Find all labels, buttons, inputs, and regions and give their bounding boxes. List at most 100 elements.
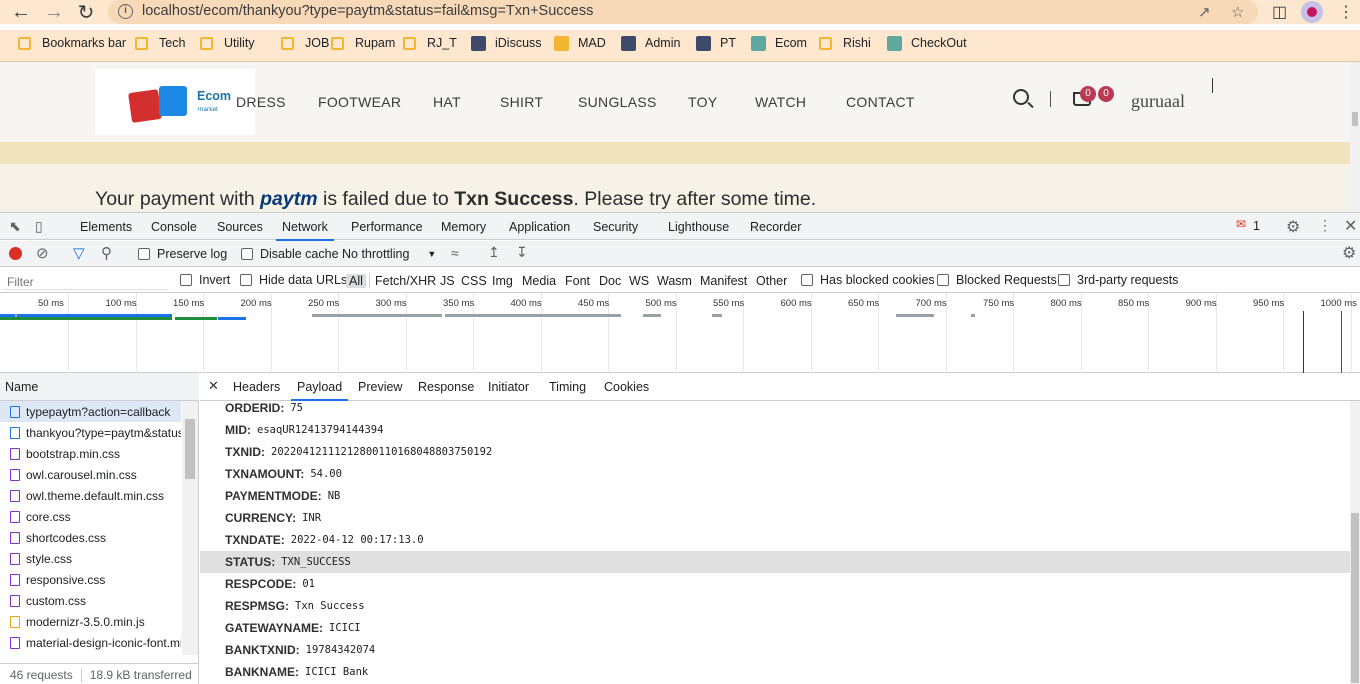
- menu-shirt[interactable]: SHIRT: [500, 94, 543, 110]
- throttling-select[interactable]: No throttling ▼: [342, 241, 436, 266]
- payload-row[interactable]: BANKTXNID: 19784342074: [200, 639, 1350, 661]
- menu-kebab-icon[interactable]: ⋮: [1338, 2, 1354, 22]
- tab-memory[interactable]: Memory: [441, 220, 486, 234]
- menu-sunglass[interactable]: SUNGLASS: [578, 94, 657, 110]
- more-options-icon[interactable]: ⋮: [1318, 217, 1332, 234]
- bookmark-idiscuss[interactable]: iDiscuss: [471, 30, 542, 56]
- url-text[interactable]: localhost/ecom/thankyou?type=paytm&statu…: [142, 3, 593, 19]
- detail-tab-cookies[interactable]: Cookies: [604, 380, 649, 394]
- payload-row[interactable]: BANKNAME: ICICI Bank: [200, 661, 1350, 683]
- request-row[interactable]: style.css: [0, 548, 181, 569]
- network-settings-icon[interactable]: ⚙: [1342, 243, 1356, 263]
- menu-toy[interactable]: TOY: [688, 94, 717, 110]
- type-filter-css[interactable]: CSS: [461, 274, 487, 288]
- network-conditions-icon[interactable]: ≈: [451, 245, 459, 261]
- search-icon[interactable]: ⚲: [101, 244, 112, 262]
- tab-elements[interactable]: Elements: [80, 220, 132, 234]
- export-har-icon[interactable]: ↧: [516, 244, 528, 261]
- tab-console[interactable]: Console: [151, 220, 197, 234]
- close-devtools-icon[interactable]: ✕: [1344, 216, 1357, 236]
- side-panel-icon[interactable]: ◫: [1272, 2, 1287, 22]
- forward-arrow-icon[interactable]: →: [43, 1, 65, 23]
- menu-watch[interactable]: WATCH: [755, 94, 806, 110]
- disable-cache-checkbox[interactable]: Disable cache: [241, 241, 339, 266]
- profile-avatar[interactable]: [1301, 1, 1323, 23]
- timeline-overview[interactable]: 50 ms 100 ms 150 ms 200 ms 250 ms 300 ms 350 m…: [0, 293, 1360, 373]
- payload-row[interactable]: ORDERID: 75: [200, 397, 1350, 419]
- menu-dress[interactable]: DRESS: [236, 94, 286, 110]
- bookmark-checkout[interactable]: CheckOut: [887, 30, 967, 56]
- omnibox[interactable]: i localhost/ecom/thankyou?type=paytm&sta…: [108, 0, 1258, 24]
- bookmark-rupam[interactable]: Rupam: [331, 30, 395, 56]
- type-filter-fetch-xhr[interactable]: Fetch/XHR: [375, 274, 436, 288]
- import-har-icon[interactable]: ↥: [488, 244, 500, 261]
- settings-gear-icon[interactable]: ⚙: [1286, 217, 1300, 237]
- clear-icon[interactable]: ⊘: [36, 244, 49, 262]
- payload-row[interactable]: RESPMSG: Txn Success: [200, 595, 1350, 617]
- request-row[interactable]: custom.css: [0, 590, 181, 611]
- bookmark-pt[interactable]: PT: [696, 30, 736, 56]
- bookmark-bookmarks-bar[interactable]: Bookmarks bar: [18, 30, 126, 56]
- record-icon[interactable]: [9, 247, 22, 260]
- menu-footwear[interactable]: FOOTWEAR: [318, 94, 401, 110]
- type-filter-img[interactable]: Img: [492, 274, 513, 288]
- share-icon[interactable]: ↗: [1198, 3, 1211, 21]
- tab-performance[interactable]: Performance: [351, 220, 423, 234]
- tab-recorder[interactable]: Recorder: [750, 220, 801, 234]
- payload-row[interactable]: RESPCODE: 01: [200, 573, 1350, 595]
- close-detail-icon[interactable]: ✕: [208, 378, 219, 394]
- payload-row[interactable]: CURRENCY: INR: [200, 507, 1350, 529]
- type-filter-ws[interactable]: WS: [629, 274, 649, 288]
- request-row[interactable]: responsive.css: [0, 569, 181, 590]
- payload-row[interactable]: STATUS: TXN_SUCCESS: [200, 551, 1350, 573]
- bookmark-star-icon[interactable]: ☆: [1231, 3, 1244, 21]
- type-filter-js[interactable]: JS: [440, 274, 455, 288]
- bookmark-tech[interactable]: Tech: [135, 30, 185, 56]
- third-party-checkbox[interactable]: 3rd-party requests: [1058, 268, 1178, 292]
- blocked-cookies-checkbox[interactable]: Has blocked cookies: [801, 268, 935, 292]
- page-scrollbar[interactable]: [1350, 62, 1360, 212]
- menu-contact[interactable]: CONTACT: [846, 94, 915, 110]
- request-row[interactable]: shortcodes.css: [0, 527, 181, 548]
- type-filter-doc[interactable]: Doc: [599, 274, 621, 288]
- name-column-header[interactable]: Name: [0, 373, 199, 401]
- type-filter-wasm[interactable]: Wasm: [657, 274, 692, 288]
- detail-tab-preview[interactable]: Preview: [358, 380, 402, 394]
- username[interactable]: guruaal: [1131, 91, 1185, 112]
- blocked-requests-checkbox[interactable]: Blocked Requests: [937, 268, 1057, 292]
- request-row[interactable]: owl.carousel.min.css: [0, 464, 181, 485]
- request-row[interactable]: typepaytm?action=callback: [0, 401, 181, 422]
- payload-row[interactable]: TXNAMOUNT: 54.00: [200, 463, 1350, 485]
- request-list-scrollbar[interactable]: [182, 401, 198, 655]
- site-info-icon[interactable]: i: [118, 4, 133, 19]
- filter-input[interactable]: Filter: [2, 270, 168, 290]
- payload-row[interactable]: MID: esaqUR12413794144394: [200, 419, 1350, 441]
- bookmark-admin[interactable]: Admin: [621, 30, 680, 56]
- bookmark-rj-t[interactable]: RJ_T: [403, 30, 457, 56]
- request-row[interactable]: thankyou?type=paytm&status=fail&msg=Txn+…: [0, 422, 181, 443]
- tab-sources[interactable]: Sources: [217, 220, 263, 234]
- request-row[interactable]: material-design-iconic-font.min.css: [0, 632, 181, 653]
- back-arrow-icon[interactable]: ←: [10, 1, 32, 23]
- type-filter-other[interactable]: Other: [756, 274, 787, 288]
- bookmark-job[interactable]: JOB: [281, 30, 329, 56]
- payload-row[interactable]: TXNID: 2022041211121280011016804880375019…: [200, 441, 1350, 463]
- menu-hat[interactable]: HAT: [433, 94, 461, 110]
- type-filter-media[interactable]: Media: [522, 274, 556, 288]
- payload-row[interactable]: GATEWAYNAME: ICICI: [200, 617, 1350, 639]
- bookmark-ecom[interactable]: Ecom: [751, 30, 807, 56]
- detail-tab-response[interactable]: Response: [418, 380, 474, 394]
- site-logo[interactable]: Ecom market: [95, 69, 255, 135]
- tab-security[interactable]: Security: [593, 220, 638, 234]
- preserve-log-checkbox[interactable]: Preserve log: [138, 241, 227, 266]
- reload-icon[interactable]: ↻: [75, 1, 97, 24]
- bookmark-mad[interactable]: MAD: [554, 30, 606, 56]
- request-row[interactable]: bootstrap.min.css: [0, 443, 181, 464]
- error-count[interactable]: 1: [1253, 219, 1260, 233]
- detail-tab-headers[interactable]: Headers: [233, 380, 280, 394]
- hide-data-urls-checkbox[interactable]: Hide data URLs: [240, 268, 347, 292]
- tab-lighthouse[interactable]: Lighthouse: [668, 220, 729, 234]
- type-filter-font[interactable]: Font: [565, 274, 590, 288]
- bookmark-rishi[interactable]: Rishi: [819, 30, 871, 56]
- detail-tab-payload[interactable]: Payload: [290, 380, 349, 401]
